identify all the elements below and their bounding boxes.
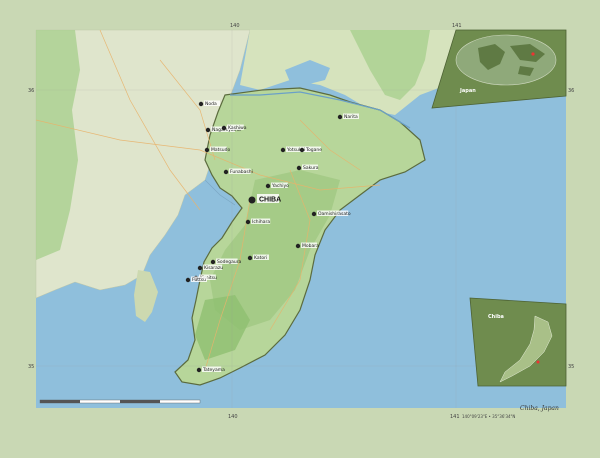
city-label: Matsudo <box>211 147 230 153</box>
city-label: Funabashi <box>230 169 253 175</box>
city-dot <box>205 127 211 133</box>
city-dot <box>210 259 216 265</box>
grat-top-1: 140 <box>230 23 240 29</box>
country-inset: Chiba <box>469 297 567 387</box>
city-label: Kashiwa <box>228 125 247 131</box>
city-dot <box>280 147 286 153</box>
city-dot <box>197 265 203 271</box>
city-label: Narita <box>344 114 358 120</box>
city-label: Noda <box>205 101 217 107</box>
city-dot <box>295 243 301 249</box>
map-figure: Noda Nagareyama Kashiwa Matsudo Narita Funaba… <box>0 0 600 458</box>
coordinates-readout: 140°09'23"E • 35°36'34"N <box>462 414 515 419</box>
city-marker: Oamishirasato <box>311 210 351 217</box>
japan-location-marker <box>531 52 535 56</box>
grat-left-1: 36 <box>28 88 34 94</box>
city-label: Tateyama <box>202 367 225 373</box>
map-caption: Chiba, Japan <box>520 405 559 412</box>
city-label: Oamishirasato <box>318 211 351 217</box>
city-label: Yachiyo <box>271 183 289 189</box>
grat-left-2: 35 <box>28 364 34 370</box>
chiba-location-marker <box>536 360 540 364</box>
city-label: Mobara <box>302 243 319 249</box>
grat-top-2: 141 <box>452 23 462 29</box>
country-inset-label: Chiba <box>488 314 504 320</box>
grat-bottom-2: 141 <box>450 414 460 420</box>
scale-bar <box>39 399 201 404</box>
city-dot <box>204 147 210 153</box>
world-inset: Japan <box>431 29 567 109</box>
city-dot <box>198 101 204 107</box>
city-dot <box>221 125 227 131</box>
city-label: Futtsu <box>192 277 206 283</box>
city-label: Sakura <box>303 165 319 171</box>
city-dot <box>196 367 202 373</box>
city-label: Kisarazu <box>204 265 223 271</box>
city-dot <box>311 211 317 217</box>
city-dot <box>299 147 305 153</box>
city-dot <box>223 169 229 175</box>
city-label: Katori <box>254 255 267 261</box>
grat-right-1: 36 <box>568 88 574 94</box>
city-label: Togane <box>305 147 322 153</box>
city-dot <box>337 114 343 120</box>
grat-right-2: 35 <box>568 364 574 370</box>
city-dot <box>185 277 191 283</box>
city-label: Sodegaura <box>217 259 242 265</box>
city-dot <box>247 255 253 261</box>
city-dot <box>265 183 271 189</box>
region-big-label: CHIBA <box>259 197 281 204</box>
city-dot <box>296 165 302 171</box>
world-globe <box>455 34 557 86</box>
city-label: Ichihara <box>252 219 270 225</box>
world-inset-label: Japan <box>459 88 476 94</box>
grat-bottom-1: 140 <box>228 414 238 420</box>
map-canvas: NodaNagareyamaKashiwaMatsudoNaritaFunaba… <box>0 0 600 458</box>
city-dot <box>245 219 251 225</box>
capital-marker <box>248 196 256 204</box>
